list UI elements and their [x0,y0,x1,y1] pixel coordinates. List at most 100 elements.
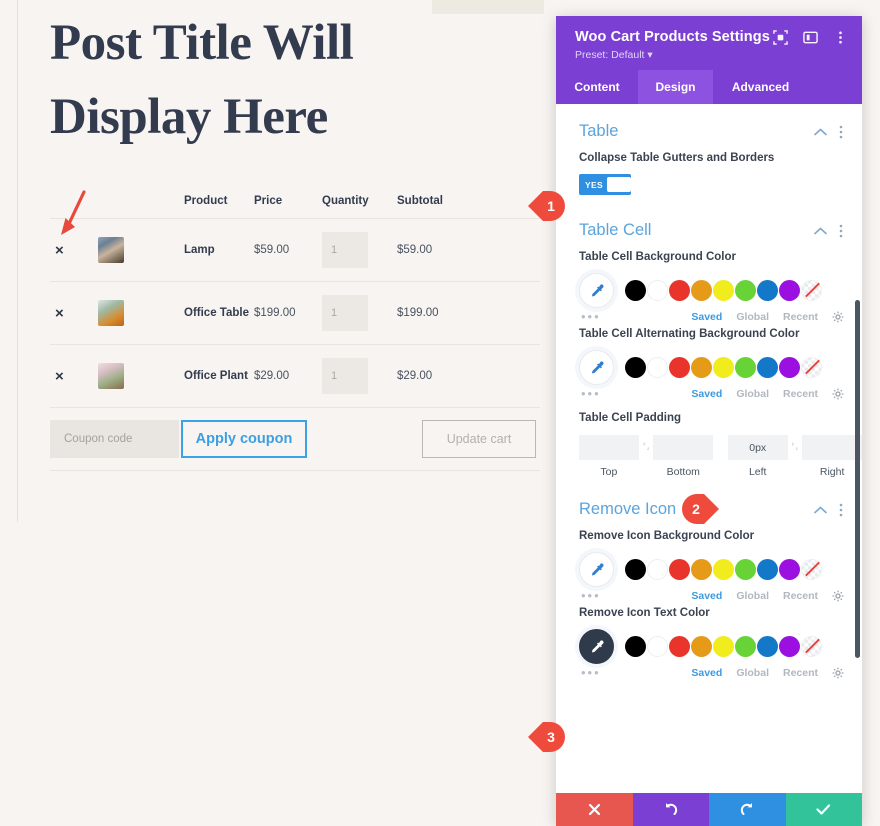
swatch-orange[interactable] [691,357,712,378]
undo-button[interactable] [632,793,709,826]
eyedropper-button[interactable] [579,552,614,587]
gear-icon[interactable] [832,388,844,400]
swatch-orange[interactable] [691,636,712,657]
swatch-red[interactable] [669,559,690,580]
swatch-red[interactable] [669,280,690,301]
swatch-yellow[interactable] [713,357,734,378]
remove-item-button[interactable]: × [50,368,98,385]
swatch-purple[interactable] [779,636,800,657]
swatch-purple[interactable] [779,280,800,301]
swatch-red[interactable] [669,357,690,378]
swatch-green[interactable] [735,280,756,301]
product-name[interactable]: Office Plant [184,370,254,382]
recent-colors-link[interactable]: Recent [783,311,818,323]
remove-item-button[interactable]: × [50,242,98,259]
swatch-yellow[interactable] [713,559,734,580]
eyedropper-button[interactable] [579,273,614,308]
swatch-blue[interactable] [757,559,778,580]
more-colors-icon[interactable]: ••• [581,310,677,323]
panel-preset-selector[interactable]: Preset: Default ▾ [575,49,846,61]
quantity-input[interactable]: 1 [322,295,368,331]
save-button[interactable] [785,793,862,826]
swatch-yellow[interactable] [713,280,734,301]
eyedropper-button-selected[interactable] [579,629,614,664]
swatch-blue[interactable] [757,280,778,301]
gear-icon[interactable] [832,667,844,679]
global-colors-link[interactable]: Global [736,667,769,679]
redo-button[interactable] [709,793,786,826]
recent-colors-link[interactable]: Recent [783,388,818,400]
swatch-green[interactable] [735,636,756,657]
padding-link-icon[interactable]: ⸢⸥ [791,442,800,451]
swatch-purple[interactable] [779,357,800,378]
swatch-transparent[interactable] [801,357,822,378]
section-menu-icon[interactable] [839,503,843,517]
chevron-up-icon[interactable] [814,505,827,514]
padding-top-input[interactable] [579,435,639,460]
section-menu-icon[interactable] [839,224,843,238]
swatch-green[interactable] [735,559,756,580]
swatch-white[interactable] [647,357,668,378]
saved-colors-link[interactable]: Saved [691,667,722,679]
padding-left-input[interactable]: 0px [727,435,788,460]
tab-advanced[interactable]: Advanced [713,70,808,104]
tab-design[interactable]: Design [638,70,713,104]
coupon-code-input[interactable]: Coupon code [50,420,179,458]
remove-item-button[interactable]: × [50,305,98,322]
chevron-up-icon[interactable] [814,226,827,235]
apply-coupon-button[interactable]: Apply coupon [181,420,307,458]
more-colors-icon[interactable]: ••• [581,666,677,679]
global-colors-link[interactable]: Global [736,388,769,400]
panel-scrollbar[interactable] [855,300,860,658]
swatch-black[interactable] [625,280,646,301]
gear-icon[interactable] [832,590,844,602]
swatch-red[interactable] [669,636,690,657]
swatch-transparent[interactable] [801,559,822,580]
panel-layout-icon[interactable] [803,30,818,45]
collapse-gutters-toggle[interactable]: YES [579,174,631,195]
focus-target-icon[interactable] [773,30,788,45]
product-name[interactable]: Office Table [184,307,254,319]
more-options-icon[interactable] [833,30,848,45]
swatch-orange[interactable] [691,559,712,580]
product-name[interactable]: Lamp [184,244,254,256]
global-colors-link[interactable]: Global [736,590,769,602]
padding-link-icon[interactable]: ⸢⸥ [642,442,651,451]
section-menu-icon[interactable] [839,125,843,139]
saved-colors-link[interactable]: Saved [691,311,722,323]
saved-colors-link[interactable]: Saved [691,388,722,400]
swatch-black[interactable] [625,636,646,657]
swatch-transparent[interactable] [801,636,822,657]
swatch-white[interactable] [647,636,668,657]
annotation-badge-3: 3 [528,722,581,752]
more-colors-icon[interactable]: ••• [581,387,677,400]
tab-content[interactable]: Content [556,70,638,104]
section-header-table-cell[interactable]: Table Cell [556,195,862,246]
recent-colors-link[interactable]: Recent [783,590,818,602]
swatch-blue[interactable] [757,636,778,657]
swatch-green[interactable] [735,357,756,378]
swatch-purple[interactable] [779,559,800,580]
padding-bottom-input[interactable] [653,435,714,460]
swatch-black[interactable] [625,357,646,378]
eyedropper-button[interactable] [579,350,614,385]
swatch-yellow[interactable] [713,636,734,657]
swatch-black[interactable] [625,559,646,580]
saved-colors-link[interactable]: Saved [691,590,722,602]
recent-colors-link[interactable]: Recent [783,667,818,679]
swatch-blue[interactable] [757,357,778,378]
chevron-up-icon[interactable] [814,127,827,136]
update-cart-button[interactable]: Update cart [422,420,536,458]
padding-right-input[interactable] [802,435,862,460]
section-header-table[interactable]: Table [556,104,862,147]
swatch-white[interactable] [647,280,668,301]
swatch-orange[interactable] [691,280,712,301]
quantity-input[interactable]: 1 [322,232,368,268]
global-colors-link[interactable]: Global [736,311,769,323]
more-colors-icon[interactable]: ••• [581,589,677,602]
gear-icon[interactable] [832,311,844,323]
cancel-button[interactable] [556,793,633,826]
swatch-transparent[interactable] [801,280,822,301]
swatch-white[interactable] [647,559,668,580]
quantity-input[interactable]: 1 [322,358,368,394]
